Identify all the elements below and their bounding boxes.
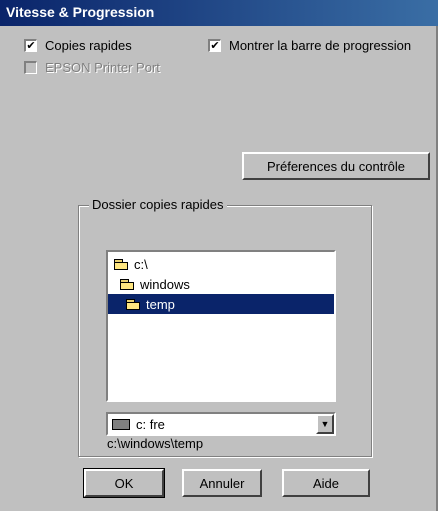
folder-group-title: Dossier copies rapides bbox=[89, 197, 227, 212]
show-progress-check-icon: ✔ bbox=[208, 39, 221, 52]
cancel-button[interactable]: Annuler bbox=[182, 469, 262, 497]
chevron-down-icon[interactable]: ▼ bbox=[316, 414, 334, 434]
show-progress-label: Montrer la barre de progression bbox=[229, 38, 412, 53]
dialog-window: Vitesse & Progression ✔ Copies rapides ✔… bbox=[0, 0, 438, 511]
folder-item-c-root[interactable]: c:\ bbox=[114, 254, 148, 274]
show-progress-checkbox[interactable]: ✔ Montrer la barre de progression bbox=[208, 38, 411, 53]
folder-item-temp[interactable]: temp bbox=[108, 294, 334, 314]
folder-item-label: windows bbox=[140, 276, 190, 292]
drive-value: c: fre bbox=[136, 416, 165, 432]
monitor-preferences-button[interactable]: Préferences du contrôle bbox=[242, 152, 430, 180]
epson-port-check-box bbox=[24, 61, 37, 74]
fast-copies-check-icon: ✔ bbox=[24, 39, 37, 52]
epson-port-checkbox: EPSON Printer Port bbox=[24, 60, 160, 75]
drive-icon bbox=[112, 418, 130, 430]
open-folder-icon bbox=[120, 278, 135, 290]
ok-button[interactable]: OK bbox=[83, 468, 165, 498]
fast-copies-label: Copies rapides bbox=[45, 38, 132, 53]
epson-port-label: EPSON Printer Port bbox=[45, 60, 160, 75]
folder-tree-list[interactable]: c:\ windows temp bbox=[106, 250, 336, 402]
current-path-label: c:\windows\temp bbox=[107, 436, 204, 451]
help-button[interactable]: Aide bbox=[282, 469, 370, 497]
folder-item-label: c:\ bbox=[134, 256, 148, 272]
fast-copies-checkbox[interactable]: ✔ Copies rapides bbox=[24, 38, 132, 53]
drive-select[interactable]: c: fre ▼ bbox=[106, 412, 336, 436]
window-title: Vitesse & Progression bbox=[6, 4, 155, 20]
folder-item-label: temp bbox=[146, 296, 175, 312]
title-bar: Vitesse & Progression bbox=[0, 0, 438, 26]
folder-item-windows[interactable]: windows bbox=[120, 274, 190, 294]
open-folder-icon bbox=[126, 298, 141, 310]
open-folder-icon bbox=[114, 258, 129, 270]
